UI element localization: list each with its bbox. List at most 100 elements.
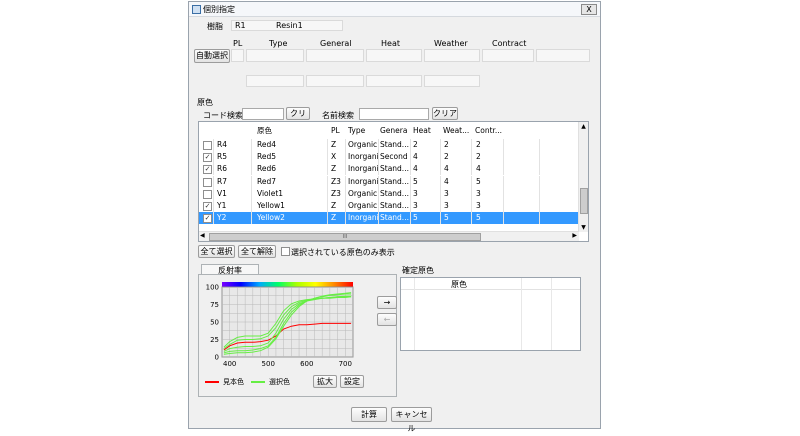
close-button[interactable]: X xyxy=(581,4,597,15)
scroll-thumb[interactable] xyxy=(580,188,588,214)
confirm-col-header: 原色 xyxy=(451,280,467,289)
cell-pl: Z xyxy=(331,213,337,223)
table-row[interactable]: V1 Violet1 Z3 Organic Stand... 3 3 3 xyxy=(199,187,579,200)
cell-heat: 5 xyxy=(413,176,418,186)
move-right-button[interactable]: → xyxy=(377,296,397,309)
row-checkbox[interactable]: ✓ xyxy=(203,214,212,224)
grid-line xyxy=(251,139,252,151)
grid-line xyxy=(503,139,504,151)
grid-line xyxy=(378,151,379,164)
code-clear-button[interactable]: クリア xyxy=(286,107,310,130)
table-row[interactable]: R7 Red7 Z3 Inorgani Stand... 5 4 5 xyxy=(199,175,579,188)
col-line xyxy=(521,278,522,350)
grid-line xyxy=(213,212,214,225)
row-checkbox[interactable]: ✓ xyxy=(203,202,212,211)
y-tick-label: 25 xyxy=(210,336,219,344)
table-row[interactable]: R4 Red4 Z Organic Stand... 2 2 2 xyxy=(199,139,579,151)
table-row[interactable]: ✓ Y2 Yellow2 Z Inorgani Stand... 5 5 5 xyxy=(199,212,579,225)
table-row[interactable]: ✓ R5 Red5 X Inorgani Second 4 2 2 xyxy=(199,151,579,164)
grid-line xyxy=(378,139,379,151)
name-search-input[interactable] xyxy=(359,108,429,120)
cell-heat: 4 xyxy=(413,164,418,174)
resin-code: R1 xyxy=(235,21,246,30)
vertical-scrollbar[interactable]: ▲ ▼ xyxy=(578,122,588,232)
grid-line xyxy=(378,200,379,212)
cell-contract: 2 xyxy=(476,152,481,162)
title-bar[interactable]: 個別指定 X xyxy=(189,2,600,17)
colorant-table[interactable]: 原色 PL Type General Heat Weat... Contr...… xyxy=(198,121,589,242)
grid-line xyxy=(410,175,411,188)
cancel-button[interactable]: キャンセル xyxy=(391,407,432,433)
grid-line xyxy=(503,175,504,188)
reflectance-pane: 0 25 50 75 100 400 500 600 700 見本色 選択色 拡大 設定 xyxy=(198,274,397,397)
code-search-input[interactable] xyxy=(242,108,284,120)
cell-general: Stand... xyxy=(380,188,409,198)
grid-line xyxy=(410,187,411,200)
prop-header-general: General xyxy=(320,39,352,48)
cell-contract: 2 xyxy=(476,140,481,149)
name-clear-button[interactable]: クリア xyxy=(432,107,458,120)
show-selected-only-label: 選択されている原色のみ表示 xyxy=(291,248,395,257)
prop-cell xyxy=(536,49,590,62)
cell-general: Second xyxy=(380,152,408,162)
prop-header-weather: Weather xyxy=(434,39,468,48)
calculate-button[interactable]: 計算 xyxy=(351,407,387,422)
col-header-contract: Contr... xyxy=(475,126,503,135)
grid-line xyxy=(471,212,472,225)
deselect-all-button[interactable]: 全て解除 xyxy=(238,245,276,258)
grid-line xyxy=(471,163,472,176)
horizontal-scrollbar[interactable]: ◀ III ▶ xyxy=(199,231,579,241)
table-row[interactable]: ✓ Y1 Yellow1 Z Organic Stand... 3 3 3 xyxy=(199,200,579,212)
col-header-general: General xyxy=(380,126,408,135)
grid-line xyxy=(327,139,328,151)
scroll-left-icon[interactable]: ◀ xyxy=(200,232,205,239)
cell-contract: 3 xyxy=(476,188,481,198)
cell-weather: 5 xyxy=(444,213,449,223)
grid-line xyxy=(471,200,472,212)
x-tick-label: 400 xyxy=(223,360,236,368)
scroll-down-icon[interactable]: ▼ xyxy=(580,224,587,231)
grid-line xyxy=(213,163,214,176)
confirmed-colorant-list[interactable]: 原色 xyxy=(400,277,581,351)
table-header: 原色 PL Type General Heat Weat... Contr... xyxy=(199,124,579,138)
grid-line xyxy=(345,163,346,176)
y-tick-label: 50 xyxy=(210,319,219,327)
grid-line xyxy=(503,200,504,212)
row-checkbox[interactable]: ✓ xyxy=(203,153,212,163)
scroll-right-icon[interactable]: ▶ xyxy=(572,232,577,239)
row-checkbox[interactable] xyxy=(203,141,212,150)
cell-name: Red6 xyxy=(257,164,277,174)
resin-field: R1 Resin1 xyxy=(231,20,343,31)
row-checkbox[interactable] xyxy=(203,177,212,187)
move-left-button[interactable]: ← xyxy=(377,313,397,326)
row-checkbox[interactable]: ✓ xyxy=(203,165,212,175)
settings-button[interactable]: 設定 xyxy=(340,375,364,388)
auto-select-button[interactable]: 自動選択 xyxy=(194,49,230,63)
grid-line xyxy=(327,175,328,188)
grid-line xyxy=(539,175,540,188)
cell-code: R7 xyxy=(217,176,227,186)
grid-line xyxy=(539,163,540,176)
show-selected-only-checkbox[interactable] xyxy=(281,247,290,256)
col-header-type: Type xyxy=(348,126,366,135)
cell-weather: 4 xyxy=(444,164,449,174)
confirm-header-row: 原色 xyxy=(401,278,580,290)
zoom-button[interactable]: 拡大 xyxy=(313,375,337,388)
cell-heat: 3 xyxy=(413,201,418,210)
cell-weather: 4 xyxy=(444,176,449,186)
cell-pl: Z3 xyxy=(331,176,341,186)
hscroll-thumb[interactable]: III xyxy=(209,233,481,241)
grid-line xyxy=(213,151,214,164)
grid-line xyxy=(378,187,379,200)
row-checkbox[interactable] xyxy=(203,189,212,199)
cell-pl: Z3 xyxy=(331,188,341,198)
code-search-label: コード検索 xyxy=(203,111,243,120)
table-row[interactable]: ✓ R6 Red6 Z Inorgani Stand... 4 4 4 xyxy=(199,163,579,176)
grid-line xyxy=(539,151,540,164)
cell-general: Stand... xyxy=(380,164,409,174)
select-all-button[interactable]: 全て選択 xyxy=(198,245,235,258)
scroll-up-icon[interactable]: ▲ xyxy=(580,123,587,130)
prop-cell xyxy=(424,49,480,62)
grid-line xyxy=(327,163,328,176)
grid-line xyxy=(378,175,379,188)
